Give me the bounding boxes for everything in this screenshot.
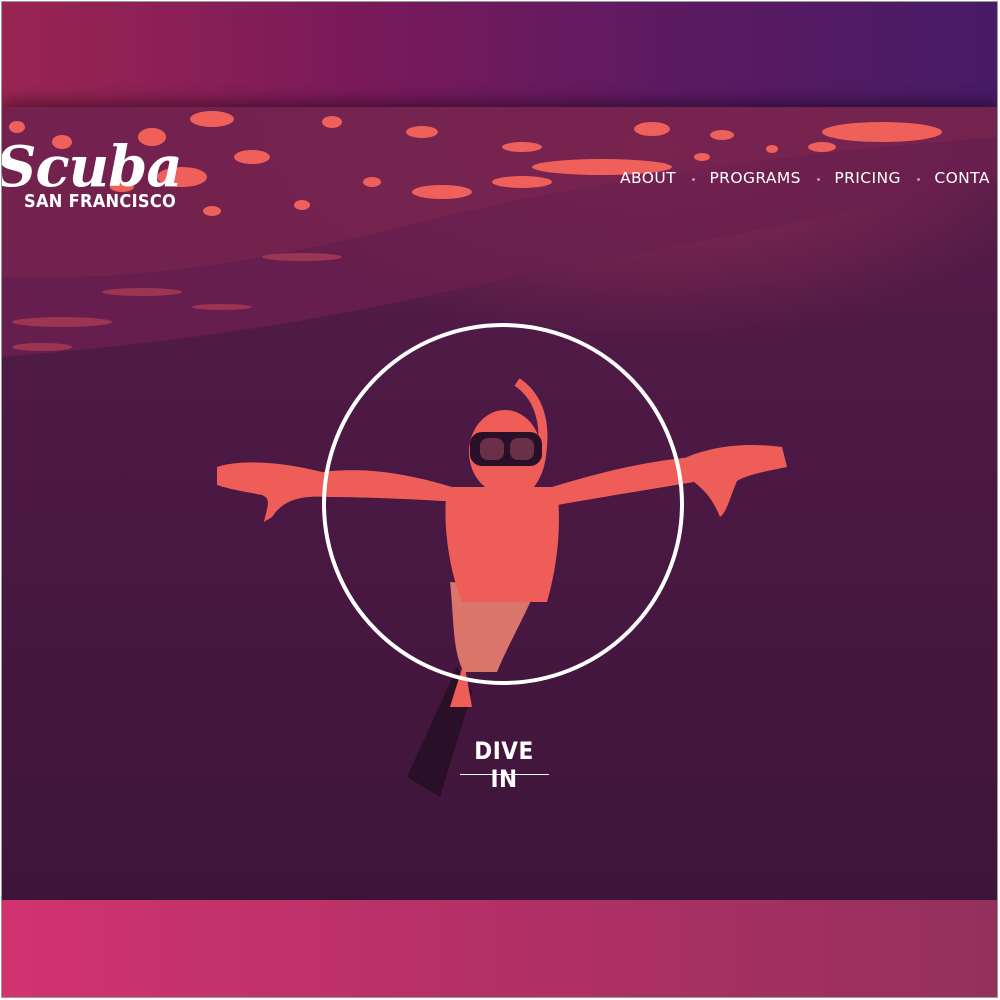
dive-in-button[interactable]: DIVE IN: [460, 737, 548, 793]
bottom-gradient-band: [2, 900, 997, 997]
nav-item-about[interactable]: ABOUT: [620, 169, 676, 187]
top-gradient-band: [2, 2, 997, 107]
brand-logo[interactable]: Scuba SAN FRANCISCO: [2, 134, 183, 212]
nav-item-programs[interactable]: PROGRAMS: [692, 169, 801, 187]
main-nav: ABOUT PROGRAMS PRICING CONTA: [620, 169, 990, 188]
hero-section: Scuba SAN FRANCISCO ABOUT PROGRAMS PRICI…: [2, 107, 997, 900]
brand-script: Scuba: [2, 134, 183, 200]
nav-item-pricing[interactable]: PRICING: [817, 169, 901, 187]
page-frame: Scuba SAN FRANCISCO ABOUT PROGRAMS PRICI…: [1, 1, 998, 998]
brand-subtitle: SAN FRANCISCO: [24, 191, 177, 212]
cta-underline: [460, 774, 549, 775]
nav-item-contact[interactable]: CONTA: [917, 169, 990, 187]
